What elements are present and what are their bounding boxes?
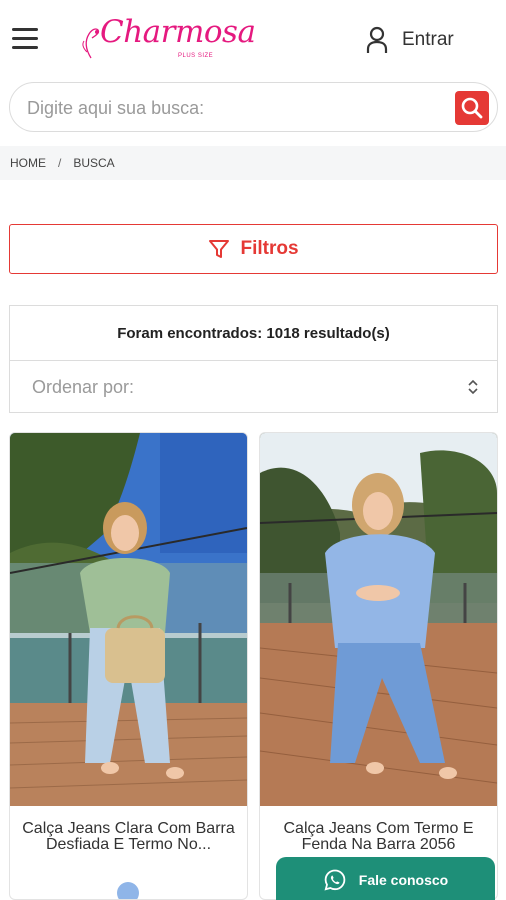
- breadcrumb-current: BUSCA: [73, 156, 115, 170]
- color-swatch[interactable]: [117, 882, 139, 899]
- search-bar: [9, 82, 498, 132]
- whatsapp-label: Fale conosco: [358, 871, 449, 888]
- login-label: Entrar: [402, 29, 454, 50]
- search-icon: [461, 97, 483, 119]
- menu-icon[interactable]: [12, 28, 38, 50]
- product-image[interactable]: [260, 433, 497, 806]
- breadcrumb-home[interactable]: HOME: [10, 156, 46, 170]
- whatsapp-contact-button[interactable]: Fale conosco: [276, 857, 495, 900]
- filters-button[interactable]: Filtros: [9, 224, 498, 274]
- filters-label: Filtros: [240, 238, 299, 259]
- logo-wordmark: Charmosa: [100, 14, 256, 50]
- product-card[interactable]: Calça Jeans Com Termo E Fenda Na Barra 2…: [259, 432, 498, 900]
- results-panel: Foram encontrados: 1018 resultado(s) Ord…: [9, 305, 498, 413]
- user-icon: [366, 26, 388, 53]
- product-title[interactable]: Calça Jeans Clara Com Barra Desfiada E T…: [16, 821, 241, 853]
- sort-select[interactable]: Ordenar por:: [10, 362, 497, 413]
- chevron-up-down-icon: [468, 379, 478, 395]
- site-header: Charmosa PLUS SIZE Entrar: [0, 0, 506, 80]
- breadcrumb-separator: /: [58, 156, 62, 170]
- product-photo: [10, 433, 247, 806]
- product-title[interactable]: Calça Jeans Com Termo E Fenda Na Barra 2…: [266, 821, 491, 853]
- filter-icon: [209, 240, 230, 258]
- product-image[interactable]: [10, 433, 247, 806]
- brand-logo[interactable]: Charmosa PLUS SIZE: [78, 10, 256, 66]
- product-photo: [260, 433, 497, 806]
- results-count: Foram encontrados: 1018 resultado(s): [10, 306, 497, 361]
- product-card[interactable]: Calça Jeans Clara Com Barra Desfiada E T…: [9, 432, 248, 900]
- breadcrumb: HOME / BUSCA: [0, 146, 506, 180]
- search-button[interactable]: [455, 91, 489, 125]
- logo-subtext: PLUS SIZE: [178, 53, 214, 59]
- login-link[interactable]: Entrar: [366, 26, 454, 54]
- search-input[interactable]: [27, 94, 447, 122]
- logo-ornament-icon: [82, 28, 100, 59]
- whatsapp-icon: [324, 869, 346, 890]
- sort-placeholder: Ordenar por:: [32, 377, 135, 397]
